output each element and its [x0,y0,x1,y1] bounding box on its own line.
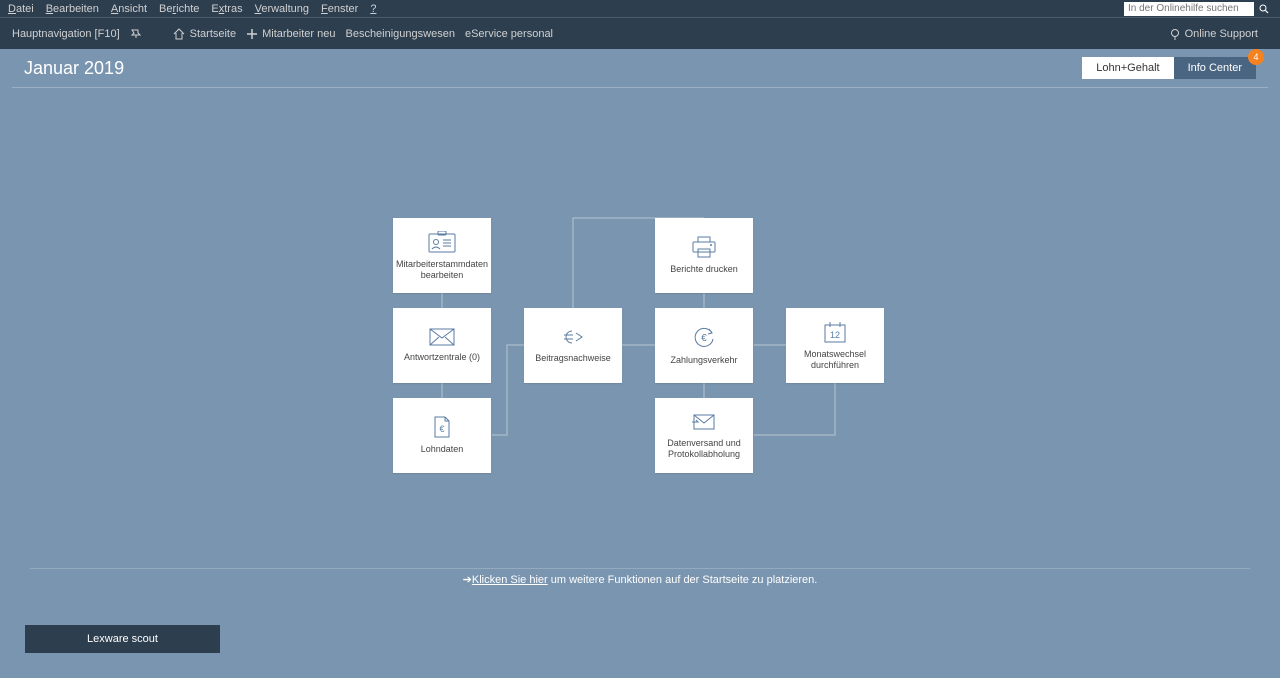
workflow-canvas: Mitarbeiterstammdaten bearbeiten Bericht… [0,88,1280,568]
search-button[interactable] [1256,2,1272,16]
envelope-icon [429,328,455,346]
page-title: Januar 2019 [24,58,124,79]
menu-datei[interactable]: Datei [8,3,34,15]
home-icon [172,27,186,41]
tile-lohndaten[interactable]: € Lohndaten [393,398,491,473]
printer-icon [691,236,717,258]
menu-verwaltung[interactable]: Verwaltung [255,3,309,15]
pin-icon[interactable] [130,28,142,40]
svg-text:12: 12 [830,330,840,340]
tile-label: Berichte drucken [664,264,744,275]
page-header: Januar 2019 Lohn+Gehalt Info Center 4 [12,49,1268,88]
tile-mitarbeiterstammdaten[interactable]: Mitarbeiterstammdaten bearbeiten [393,218,491,293]
menu-extras[interactable]: Extras [211,3,242,15]
svg-text:€: € [701,333,707,344]
tile-label: Monatswechsel durchführen [786,349,884,371]
tile-berichte-drucken[interactable]: Berichte drucken [655,218,753,293]
footer-hint: ➔Klicken Sie hier um weitere Funktionen … [30,568,1250,590]
hauptnavigation-button[interactable]: Hauptnavigation [F10] [12,28,120,40]
tile-label: Lohndaten [415,444,470,455]
footer-text: um weitere Funktionen auf der Startseite… [548,574,818,586]
calendar-icon: 12 [823,321,847,343]
startseite-button[interactable]: Startseite [172,27,236,41]
tile-label: Zahlungsverkehr [664,355,743,366]
envelope-send-icon [691,412,717,432]
bulb-icon [1169,28,1181,40]
tab-info-center[interactable]: Info Center 4 [1174,57,1256,79]
search-input[interactable] [1124,2,1254,16]
tile-label: Beitragsnachweise [529,353,617,364]
tile-monatswechsel[interactable]: 12 Monatswechsel durchführen [786,308,884,383]
tab-lohn-gehalt[interactable]: Lohn+Gehalt [1082,57,1173,79]
bescheinigungswesen-button[interactable]: Bescheinigungswesen [345,28,454,40]
connectors [0,88,1280,568]
eservice-button[interactable]: eService personal [465,28,553,40]
tile-label: Antwortzentrale (0) [398,352,486,363]
svg-text:€: € [439,424,444,434]
tile-beitragsnachweise[interactable]: Beitragsnachweise [524,308,622,383]
plus-icon [246,28,258,40]
online-support-button[interactable]: Online Support [1169,28,1258,40]
tile-zahlungsverkehr[interactable]: € Zahlungsverkehr [655,308,753,383]
info-center-badge: 4 [1248,49,1264,65]
id-card-icon [428,231,456,253]
arrow-icon: ➔ [463,574,472,586]
mitarbeiter-neu-button[interactable]: Mitarbeiter neu [246,28,335,40]
menu-berichte[interactable]: Berichte [159,3,199,15]
search-icon [1259,4,1269,14]
tile-datenversand[interactable]: Datenversand und Protokollabholung [655,398,753,473]
lexware-scout-button[interactable]: Lexware scout [25,625,220,653]
document-euro-icon: € [433,416,451,438]
menu-help[interactable]: ? [370,3,376,15]
footer-link[interactable]: Klicken Sie hier [472,574,548,586]
menu-ansicht[interactable]: Ansicht [111,3,147,15]
toolbar: Hauptnavigation [F10] Startseite Mitarbe… [0,17,1280,49]
tile-label: Mitarbeiterstammdaten bearbeiten [390,259,494,281]
euro-arrow-icon [560,327,586,347]
tile-antwortzentrale[interactable]: Antwortzentrale (0) [393,308,491,383]
euro-cycle-icon: € [692,325,716,349]
menubar: Datei Bearbeiten Ansicht Berichte Extras… [0,0,1280,17]
menu-fenster[interactable]: Fenster [321,3,358,15]
tile-label: Datenversand und Protokollabholung [655,438,753,460]
menu-bearbeiten[interactable]: Bearbeiten [46,3,99,15]
